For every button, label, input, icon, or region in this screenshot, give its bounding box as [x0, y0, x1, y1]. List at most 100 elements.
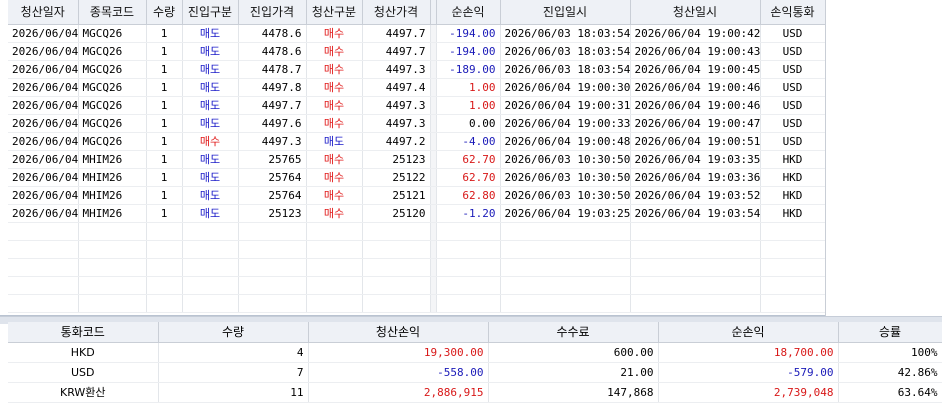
cell-close-time: 2026/06/04 19:00:43	[630, 42, 761, 61]
table-row[interactable]: 2026/06/04 MHIM26 1 매도 25764 매수 25122 62.70 2026…	[8, 168, 826, 187]
summary-row[interactable]: KRW환산 11 2,886,915 147,868 2,739,048 63.64%	[8, 382, 942, 403]
table-row[interactable]: 2026/06/04 MGCQ26 1 매도 4478.7 매수 4497.3 -189.00…	[8, 60, 826, 79]
cell-code: MGCQ26	[78, 24, 147, 43]
empty-cell	[362, 258, 431, 277]
table-row[interactable]: 2026/06/04 MGCQ26 1 매수 4497.3 매도 4497.2 -4.00 20…	[8, 132, 826, 151]
cell-qty: 1	[146, 186, 183, 205]
cell-entry-side: 매수	[182, 132, 239, 151]
header-currency[interactable]: 손익통화	[760, 0, 826, 25]
summary-header-qty[interactable]: 수량	[158, 322, 309, 343]
cell-code: MGCQ26	[78, 96, 147, 115]
cell-close-price: 4497.4	[362, 78, 431, 97]
empty-cell	[146, 240, 183, 259]
empty-cell	[78, 294, 147, 313]
header-code[interactable]: 종목코드	[78, 0, 147, 25]
header-qty[interactable]: 수량	[146, 0, 183, 25]
cell-pnl: -4.00	[436, 132, 501, 151]
cell-code: MGCQ26	[78, 60, 147, 79]
cell-entry-price: 4478.6	[238, 24, 307, 43]
table-row[interactable]: 2026/06/04 MGCQ26 1 매도 4497.8 매수 4497.4 1.00 202…	[8, 78, 826, 97]
summary-header-win-rate[interactable]: 승률	[838, 322, 942, 343]
cell-qty: 1	[146, 24, 183, 43]
cell-pnl: 0.00	[436, 114, 501, 133]
summary-header-currency[interactable]: 통화코드	[8, 322, 159, 343]
cell-close-time: 2026/06/04 19:00:46	[630, 96, 761, 115]
cell-entry-side: 매도	[182, 24, 239, 43]
cell-entry-time: 2026/06/03 10:30:50	[500, 168, 631, 187]
summary-rows: HKD 4 19,300.00 600.00 18,700.00 100% USD 7 -558…	[8, 342, 942, 403]
cell-close-time: 2026/06/04 19:00:45	[630, 60, 761, 79]
summary-panel: 통화코드 수량 청산손익 수수료 순손익 승률 HKD 4 19,300.00 600…	[8, 322, 942, 405]
trade-history-grid[interactable]: 청산일자 종목코드 수량 진입구분 진입가격 청산구분 청산가격 순손익 진입일…	[8, 0, 826, 316]
cell-currency: HKD	[760, 150, 826, 169]
summary-cell-currency: HKD	[8, 342, 159, 363]
cell-currency: USD	[760, 132, 826, 151]
cell-entry-time: 2026/06/03 10:30:50	[500, 150, 631, 169]
table-row[interactable]: 2026/06/04 MGCQ26 1 매도 4497.7 매수 4497.3 1.00 202…	[8, 96, 826, 115]
cell-code: MHIM26	[78, 204, 147, 223]
header-entry-price[interactable]: 진입가격	[238, 0, 307, 25]
table-row[interactable]: 2026/06/04 MGCQ26 1 매도 4478.6 매수 4497.7 -194.00…	[8, 24, 826, 43]
summary-row[interactable]: HKD 4 19,300.00 600.00 18,700.00 100%	[8, 342, 942, 363]
summary-cell-net-pnl: -579.00	[658, 362, 839, 383]
header-close-date[interactable]: 청산일자	[8, 0, 79, 25]
cell-entry-side: 매도	[182, 186, 239, 205]
cell-close-price: 25121	[362, 186, 431, 205]
cell-qty: 1	[146, 60, 183, 79]
empty-cell	[500, 258, 631, 277]
table-row[interactable]: 2026/06/04 MGCQ26 1 매도 4497.6 매수 4497.3 0.00 202…	[8, 114, 826, 133]
summary-header-close-pnl[interactable]: 청산손익	[308, 322, 489, 343]
summary-header-fee[interactable]: 수수료	[488, 322, 659, 343]
summary-row[interactable]: USD 7 -558.00 21.00 -579.00 42.86%	[8, 362, 942, 383]
cell-close-date: 2026/06/04	[8, 42, 79, 61]
cell-entry-side: 매도	[182, 96, 239, 115]
empty-cell	[182, 258, 239, 277]
summary-cell-win-rate: 100%	[838, 342, 942, 363]
empty-cell	[8, 294, 79, 313]
summary-header-net-pnl[interactable]: 순손익	[658, 322, 839, 343]
table-row[interactable]: 2026/06/04 MHIM26 1 매도 25123 매수 25120 -1.20 2026…	[8, 204, 826, 223]
empty-cell	[500, 240, 631, 259]
empty-row	[8, 222, 826, 241]
cell-close-price: 4497.7	[362, 42, 431, 61]
header-close-time[interactable]: 청산일시	[630, 0, 761, 25]
empty-cell	[146, 222, 183, 241]
empty-cell	[182, 276, 239, 295]
table-row[interactable]: 2026/06/04 MGCQ26 1 매도 4478.6 매수 4497.7 -194.00…	[8, 42, 826, 61]
cell-close-date: 2026/06/04	[8, 24, 79, 43]
empty-row	[8, 258, 826, 277]
empty-cell	[8, 222, 79, 241]
summary-cell-qty: 4	[158, 342, 309, 363]
summary-cell-close-pnl: -558.00	[308, 362, 489, 383]
summary-header-row: 통화코드 수량 청산손익 수수료 순손익 승률	[8, 322, 942, 343]
summary-table: 통화코드 수량 청산손익 수수료 순손익 승률 HKD 4 19,300.00 600…	[8, 322, 942, 403]
cell-currency: USD	[760, 114, 826, 133]
header-close-side[interactable]: 청산구분	[306, 0, 363, 25]
cell-close-side: 매수	[306, 186, 363, 205]
cell-entry-price: 25764	[238, 186, 307, 205]
cell-close-price: 4497.2	[362, 132, 431, 151]
summary-cell-qty: 7	[158, 362, 309, 383]
empty-cell	[436, 222, 501, 241]
header-pnl[interactable]: 순손익	[436, 0, 501, 25]
header-close-price[interactable]: 청산가격	[362, 0, 431, 25]
cell-close-time: 2026/06/04 19:00:47	[630, 114, 761, 133]
cell-close-price: 4497.7	[362, 24, 431, 43]
cell-pnl: 62.80	[436, 186, 501, 205]
cell-currency: USD	[760, 24, 826, 43]
header-entry-time[interactable]: 진입일시	[500, 0, 631, 25]
empty-cell	[436, 258, 501, 277]
cell-currency: USD	[760, 60, 826, 79]
cell-close-price: 4497.3	[362, 96, 431, 115]
empty-cell	[306, 222, 363, 241]
empty-cell	[760, 258, 826, 277]
summary-cell-fee: 21.00	[488, 362, 659, 383]
summary-cell-currency: KRW환산	[8, 382, 159, 403]
empty-cell	[306, 240, 363, 259]
table-row[interactable]: 2026/06/04 MHIM26 1 매도 25765 매수 25123 62.70 2026…	[8, 150, 826, 169]
cell-close-side: 매수	[306, 204, 363, 223]
cell-entry-time: 2026/06/04 19:00:48	[500, 132, 631, 151]
header-entry-side[interactable]: 진입구분	[182, 0, 239, 25]
table-row[interactable]: 2026/06/04 MHIM26 1 매도 25764 매수 25121 62.80 2026…	[8, 186, 826, 205]
trade-rows: 2026/06/04 MGCQ26 1 매도 4478.6 매수 4497.7 -194.00…	[8, 24, 826, 313]
